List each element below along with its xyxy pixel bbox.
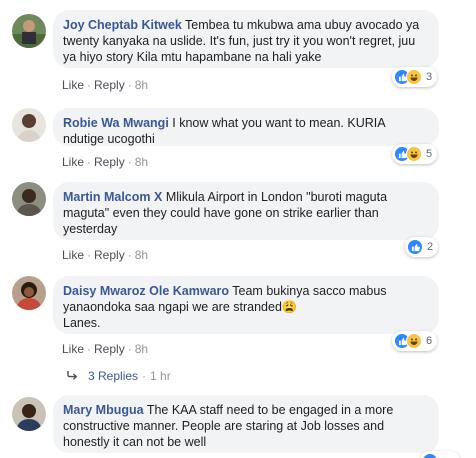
- avatar[interactable]: [12, 182, 46, 216]
- reactions-summary[interactable]: [420, 451, 460, 458]
- like-reaction-icon: [407, 239, 423, 255]
- comment-bubble: Mary Mbugua The KAA staff need to be eng…: [53, 395, 439, 453]
- avatar[interactable]: [12, 14, 46, 48]
- comment-author[interactable]: Mary Mbugua: [63, 403, 144, 417]
- reply-link[interactable]: Reply: [94, 342, 125, 356]
- view-replies-row[interactable]: 3 Replies · 1 hr: [66, 369, 171, 383]
- view-replies-link[interactable]: 3 Replies: [88, 369, 138, 383]
- comment-text-line2: Lanes.: [63, 316, 101, 330]
- reaction-count: 3: [426, 71, 433, 83]
- reaction-count: 5: [426, 148, 433, 160]
- like-link[interactable]: Like: [62, 78, 84, 92]
- avatar[interactable]: [12, 276, 46, 310]
- comment-actions: Like · Reply · 8h: [62, 248, 149, 262]
- like-link[interactable]: Like: [62, 342, 84, 356]
- haha-reaction-icon: [406, 69, 422, 85]
- reply-link[interactable]: Reply: [94, 248, 125, 262]
- haha-reaction-icon: [406, 333, 422, 349]
- reaction-count: 6: [426, 335, 433, 347]
- comment-actions: Like · Reply · 8h: [62, 342, 149, 356]
- reactions-summary[interactable]: 3: [392, 67, 438, 87]
- comment-author[interactable]: Martin Malcom X: [63, 190, 162, 204]
- comment-bubble: Martin Malcom X Mlikula Airport in Londo…: [53, 182, 439, 240]
- comment-author[interactable]: Robie Wa Mwangi: [63, 116, 169, 130]
- comment-actions: Like · Reply · 8h: [62, 155, 149, 169]
- comment-author[interactable]: Daisy Mwaroz Ole Kamwaro: [63, 284, 229, 298]
- reactions-summary[interactable]: 2: [405, 237, 439, 257]
- reply-arrow-icon: [66, 369, 78, 383]
- like-link[interactable]: Like: [62, 248, 84, 262]
- comment-bubble: Daisy Mwaroz Ole Kamwaro Team bukinya sa…: [53, 276, 439, 334]
- comment-bubble: Robie Wa Mwangi I know what you want to …: [53, 108, 439, 146]
- replies-timestamp[interactable]: 1 hr: [150, 369, 171, 383]
- timestamp[interactable]: 8h: [135, 248, 148, 262]
- like-link[interactable]: Like: [62, 155, 84, 169]
- haha-reaction-icon: [406, 146, 422, 162]
- reply-link[interactable]: Reply: [94, 155, 125, 169]
- reactions-summary[interactable]: 5: [392, 144, 438, 164]
- reaction-count: 2: [427, 241, 434, 253]
- avatar[interactable]: [12, 108, 46, 142]
- timestamp[interactable]: 8h: [135, 155, 148, 169]
- reactions-summary[interactable]: 6: [392, 331, 438, 351]
- reply-link[interactable]: Reply: [94, 78, 125, 92]
- comment-bubble: Joy Cheptab Kitwek Tembea tu mkubwa ama …: [53, 10, 439, 68]
- avatar[interactable]: [12, 397, 46, 431]
- comment-actions: Like · Reply · 8h: [62, 78, 149, 92]
- comment-author[interactable]: Joy Cheptab Kitwek: [63, 18, 182, 32]
- timestamp[interactable]: 8h: [135, 342, 148, 356]
- timestamp[interactable]: 8h: [135, 78, 148, 92]
- like-reaction-icon: [422, 453, 438, 458]
